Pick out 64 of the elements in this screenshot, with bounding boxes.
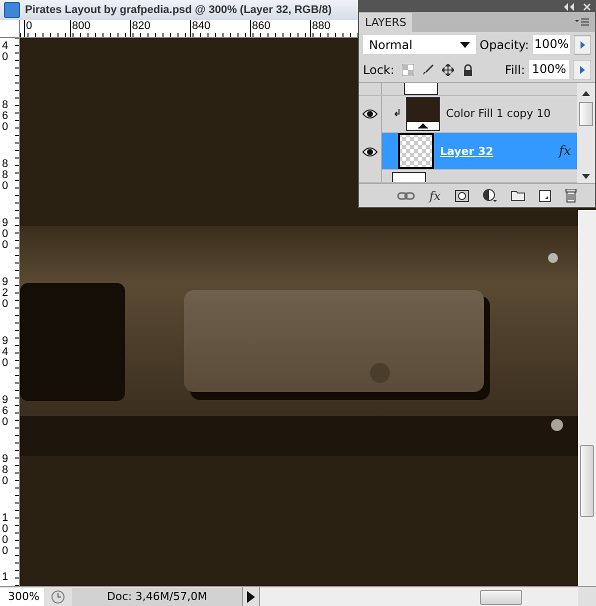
document-size-info: Doc: 3,46M/57,0M: [72, 588, 242, 606]
vertical-scrollbar[interactable]: [578, 210, 596, 586]
link-icon[interactable]: [397, 192, 416, 200]
status-icon[interactable]: [50, 589, 66, 605]
zoom-field[interactable]: 300%: [0, 588, 44, 606]
add-style-button[interactable]: fx: [429, 188, 441, 202]
ruler-label: 880: [310, 20, 330, 37]
scrollbar-thumb[interactable]: [580, 445, 594, 517]
layer-thumbnail[interactable]: [392, 172, 426, 182]
fill-field[interactable]: 100%: [529, 60, 569, 79]
opacity-field[interactable]: 100%: [532, 35, 570, 54]
dropdown-arrow-icon[interactable]: [460, 42, 470, 48]
ruler-label: 880: [2, 159, 10, 192]
ruler-label: 840: [190, 20, 210, 37]
ruler-label: 980: [2, 454, 10, 487]
ruler-label: 40: [2, 41, 10, 63]
layers-scrollbar[interactable]: [577, 83, 595, 183]
ruler-label: 800: [70, 20, 90, 37]
nail-head: [548, 253, 558, 263]
adjustment-icon[interactable]: [482, 189, 497, 202]
layer-thumbnail[interactable]: [404, 83, 438, 95]
layer-row[interactable]: Layer 32 fx: [382, 133, 577, 170]
scrollbar-thumb[interactable]: [480, 590, 522, 605]
ruler-label: 1: [2, 572, 10, 583]
scroll-down-icon[interactable]: [582, 174, 590, 179]
ruler-corner[interactable]: [0, 20, 20, 38]
horizontal-scrollbar[interactable]: [260, 588, 578, 606]
move-icon[interactable]: [442, 64, 454, 76]
ruler-label: 860: [250, 20, 270, 37]
ruler-label: 940: [2, 336, 10, 369]
brush-icon[interactable]: [422, 64, 434, 76]
ruler-label: 820: [130, 20, 150, 37]
new-layer-icon[interactable]: [538, 190, 551, 202]
ruler-label: 0: [24, 20, 32, 37]
nail-head: [551, 419, 563, 431]
close-icon[interactable]: [583, 2, 591, 10]
trash-icon[interactable]: [564, 188, 577, 202]
document-title: Pirates Layout by grafpedia.psd @ 300% (Layer 32, RGB/8): [25, 4, 332, 16]
ruler-label: 920: [2, 277, 10, 310]
opacity-slider-button[interactable]: [574, 34, 591, 54]
effects-indicator[interactable]: fx: [558, 144, 571, 159]
fill-slider-button[interactable]: [573, 60, 591, 80]
lock-transparency-icon[interactable]: [402, 64, 414, 76]
layer-name[interactable]: Color Fill 1 copy 10: [446, 107, 551, 120]
ruler-label: 900: [2, 218, 10, 251]
app-logo-icon: [4, 2, 20, 18]
fill-label: Fill:: [504, 62, 525, 76]
eye-icon[interactable]: [362, 146, 378, 157]
scroll-up-icon[interactable]: [582, 91, 590, 96]
lock-label: Lock:: [363, 62, 394, 76]
eye-icon[interactable]: [362, 109, 378, 120]
blend-mode-dropdown[interactable]: Normal: [363, 35, 476, 54]
layers-tab[interactable]: LAYERS: [359, 13, 412, 32]
folder-icon[interactable]: [510, 190, 525, 201]
menu-icon[interactable]: [575, 18, 589, 26]
ruler-label: 960: [2, 395, 10, 428]
mask-icon[interactable]: [454, 190, 469, 202]
ruler-label: 1000: [2, 513, 10, 557]
lock-icon[interactable]: [462, 64, 474, 76]
opacity-label: Opacity:: [480, 38, 529, 52]
ruler-label: 860: [2, 100, 10, 133]
scrollbar-thumb[interactable]: [579, 102, 593, 126]
transparent-layer-thumbnail[interactable]: [398, 133, 434, 170]
color-fill-thumbnail[interactable]: [406, 96, 440, 131]
